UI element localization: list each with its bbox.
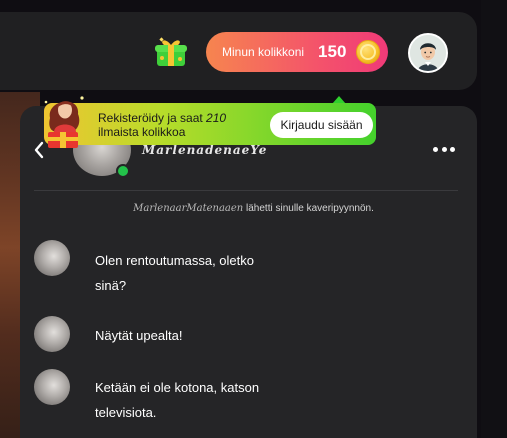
online-status-icon — [116, 164, 130, 178]
friend-request-name: MarlenaarMatenaaen — [133, 203, 244, 214]
message-avatar[interactable] — [34, 316, 70, 352]
message-avatar[interactable] — [34, 369, 70, 405]
login-button[interactable]: Kirjaudu sisään — [270, 112, 373, 138]
message-text: Näytät upealta! — [95, 328, 183, 343]
contact-name: MarlenadenaeYe — [142, 143, 268, 157]
page-edge — [481, 0, 507, 438]
friend-request-text: lähetti sinulle kaveripyynnön. — [243, 203, 374, 214]
user-avatar[interactable] — [408, 33, 448, 73]
promo-girl-gift-icon — [40, 88, 92, 150]
message-avatar[interactable] — [34, 240, 70, 276]
divider — [34, 190, 458, 191]
promo-text: Rekisteröidy ja saat 210 ilmaista kolikk… — [98, 111, 258, 139]
message-text: Ketään ei ole kotona, katson televisiota… — [95, 380, 260, 420]
friend-request-notice: MarlenaarMatenaaen lähetti sinulle kaver… — [0, 203, 507, 214]
coins-count: 150 — [318, 42, 347, 61]
coins-label: Minun kolikkoni — [222, 45, 305, 59]
coin-icon — [356, 40, 380, 64]
more-options-icon[interactable] — [433, 147, 455, 153]
promo-text-after: ilmaista kolikkoa — [98, 125, 186, 139]
promo-text-before: Rekisteröidy ja saat — [98, 111, 207, 125]
promo-coin-amount: 210 — [206, 111, 227, 125]
my-coins-button[interactable]: Minun kolikkoni 150 — [206, 32, 388, 72]
gift-box-icon[interactable] — [154, 36, 188, 68]
message-text: Olen rentoutumassa, oletko sinä? — [95, 253, 254, 293]
